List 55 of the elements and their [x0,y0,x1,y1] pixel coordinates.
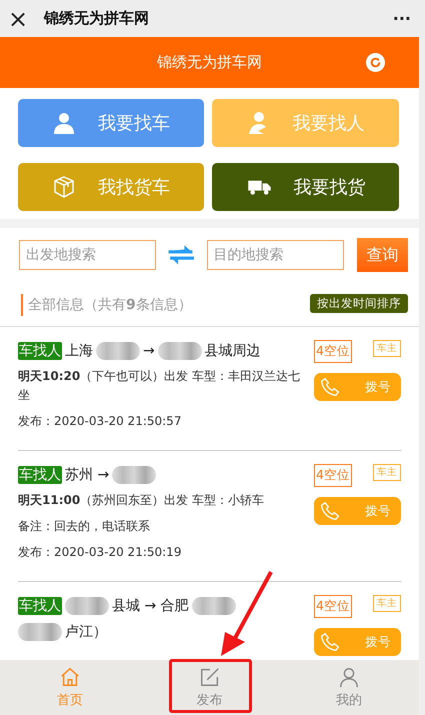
blurred-redaction [18,623,62,641]
call-button[interactable]: 拨号 [314,373,401,401]
truck-icon [246,178,272,196]
route-text: 卢江） [65,623,107,642]
search-button[interactable]: 查询 [356,238,408,272]
call-button[interactable]: 拨号 [314,628,401,656]
action-button[interactable]: 我要找货 [212,163,399,211]
role-badge: 车主 [373,464,401,481]
box-icon [52,175,76,199]
person-icon [52,111,76,135]
blurred-redaction [158,342,202,360]
sort-button[interactable]: 按出发时间排序 [310,294,408,312]
listing-detail: 明天10:20（下午也可以）出发 车型：丰田汉兰达七坐 [18,368,302,404]
listing-detail: 发布：2020-03-20 21:50:57 [18,413,182,430]
listing-count: 全部信息（共有9条信息） [21,294,192,316]
window-title: 锦绣无为拼车网 [44,9,150,28]
action-button[interactable]: 我要找人 [212,99,399,147]
listing-detail: 发布：2020-03-20 21:50:19 [18,544,182,561]
user-icon [338,666,360,688]
phone-icon [320,501,340,521]
seats-badge: 4空位 [314,595,352,618]
route-text: 县城 → 合肥 [112,597,189,616]
route-text: → [143,342,155,361]
route-text: 县城周边 [204,342,261,361]
listing-detail: 明天11:00（苏州回东至）出发 车型：小轿车 [18,492,266,509]
role-badge: 车主 [373,340,401,357]
category-tag: 车找人 [18,466,62,484]
action-button[interactable]: 我要找车 [18,99,204,147]
phone-icon [320,632,340,652]
tab-item[interactable]: 我的 [279,660,420,715]
category-tag: 车找人 [18,342,62,360]
seats-badge: 4空位 [314,464,352,487]
tab-item[interactable]: 首页 [0,660,140,715]
blurred-redaction [112,466,156,484]
route-text: 苏州 → [65,466,110,485]
home-icon [58,666,81,688]
edit-icon [198,666,220,688]
blurred-redaction [192,597,236,615]
more-menu-button[interactable]: ··· [392,9,411,28]
departure-search-field[interactable]: 出发地搜索 [19,240,156,270]
route-text: 上海 [65,342,93,361]
refresh-icon[interactable] [366,53,385,72]
blurred-redaction [65,597,109,615]
close-icon[interactable]: × [8,6,32,30]
header-title: 锦绣无为拼车网 [157,53,262,72]
destination-search-field[interactable]: 目的地搜索 [206,240,344,270]
action-button[interactable]: 我找货车 [18,163,204,211]
tab-item[interactable]: 发布 [140,660,280,715]
role-badge: 车主 [373,595,401,612]
listing-detail: 备注：回去的，电话联系 [18,518,151,535]
seats-badge: 4空位 [314,340,352,363]
category-tag: 车找人 [18,597,62,615]
call-button[interactable]: 拨号 [314,497,401,525]
phone-icon [320,377,340,397]
blurred-redaction [96,342,140,360]
